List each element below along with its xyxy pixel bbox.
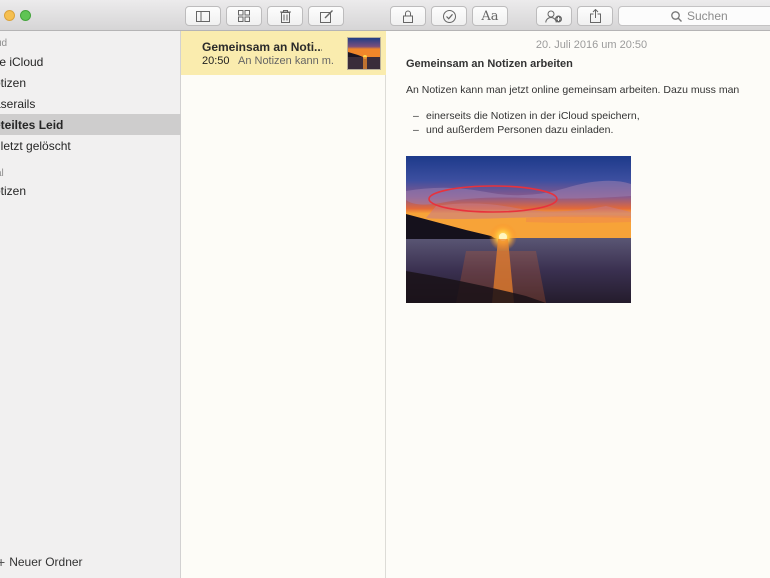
new-note-button[interactable]	[308, 6, 344, 26]
sidebar-item-label: aserails	[0, 96, 36, 111]
note-title[interactable]: Gemeinsam an Notizen arbeiten	[406, 58, 573, 70]
search-input[interactable]: Suchen	[687, 9, 728, 23]
search-field[interactable]: Suchen	[618, 6, 770, 26]
note-list-item[interactable]: Gemeinsam an Noti... 20:50 An Notizen ka…	[181, 31, 386, 75]
note-list-item-time: 20:50	[202, 55, 230, 67]
text-format-icon: Aa	[481, 8, 499, 24]
add-people-button[interactable]	[536, 6, 572, 26]
sidebar-item-aserails[interactable]: aserails	[0, 93, 181, 114]
sidebar-item-label: eteiltes Leid	[0, 117, 64, 132]
sidebar-item-shared[interactable]: eteiltes Leid	[0, 114, 181, 135]
note-list-item-subtitle: 20:50 An Notizen kann m...	[202, 55, 334, 67]
sidebar-item-notes-icloud[interactable]: otizen	[0, 72, 181, 93]
sidebar-icon	[196, 10, 210, 22]
gallery-view-button[interactable]	[226, 6, 262, 26]
bullet-dash: –	[413, 124, 419, 136]
note-bullet-text: und außerdem Personen dazu einladen.	[426, 124, 614, 136]
new-folder-button[interactable]: + Neuer Ordner	[0, 554, 83, 570]
search-icon	[671, 10, 682, 22]
sidebar-item-recently-deleted[interactable]: uletzt gelöscht	[0, 135, 181, 156]
add-people-icon	[545, 10, 562, 23]
checklist-button[interactable]	[431, 6, 467, 26]
lock-icon	[403, 10, 413, 23]
note-bullet[interactable]: – einerseits die Notizen in der iCloud sp…	[413, 110, 640, 122]
delete-note-button[interactable]	[267, 6, 303, 26]
sidebar-item-label: otizen	[0, 183, 27, 198]
grid-icon	[238, 10, 250, 22]
trash-icon	[279, 9, 291, 23]
checkmark-circle-icon	[442, 9, 456, 23]
share-icon	[589, 9, 601, 23]
note-thumbnail-image	[347, 37, 381, 70]
lock-note-button[interactable]	[390, 6, 426, 26]
sidebar-item-notes-local[interactable]: otizen	[0, 180, 181, 201]
sidebar-item-label: lle iCloud	[0, 54, 44, 69]
note-date: 20. Juli 2016 um 20:50	[535, 39, 648, 51]
folder-sidebar: ud lle iCloud otizen aserails eteiltes L…	[0, 31, 181, 578]
new-folder-label: Neuer Ordner	[9, 555, 83, 569]
toolbar: Aa Suchen	[0, 0, 770, 31]
sidebar-item-label: otizen	[0, 75, 27, 90]
compose-icon	[319, 9, 333, 23]
note-list: Gemeinsam an Noti... 20:50 An Notizen ka…	[181, 31, 386, 578]
note-editor[interactable]: 20. Juli 2016 um 20:50 Gemeinsam an Noti…	[387, 31, 770, 578]
sidebar-section-header-local: al	[0, 168, 4, 179]
note-list-item-title: Gemeinsam an Noti...	[202, 40, 322, 54]
format-button[interactable]: Aa	[472, 6, 508, 26]
zoom-window-button[interactable]	[20, 10, 31, 21]
note-list-item-preview: An Notizen kann m...	[237, 55, 334, 67]
bullet-dash: –	[413, 110, 419, 122]
sidebar-toggle-button[interactable]	[185, 6, 221, 26]
note-bullet-text: einerseits die Notizen in der iCloud spe…	[426, 110, 640, 122]
sidebar-item-all-icloud[interactable]: lle iCloud	[0, 51, 181, 72]
note-attachment-image[interactable]	[406, 156, 631, 303]
note-bullet[interactable]: – und außerdem Personen dazu einladen.	[413, 124, 613, 136]
sidebar-item-label: uletzt gelöscht	[0, 138, 71, 153]
share-button[interactable]	[577, 6, 613, 26]
sidebar-section-header-icloud: ud	[0, 38, 8, 49]
minimize-window-button[interactable]	[4, 10, 15, 21]
note-paragraph[interactable]: An Notizen kann man jetzt online gemeins…	[406, 84, 739, 96]
plus-icon: +	[0, 554, 6, 570]
